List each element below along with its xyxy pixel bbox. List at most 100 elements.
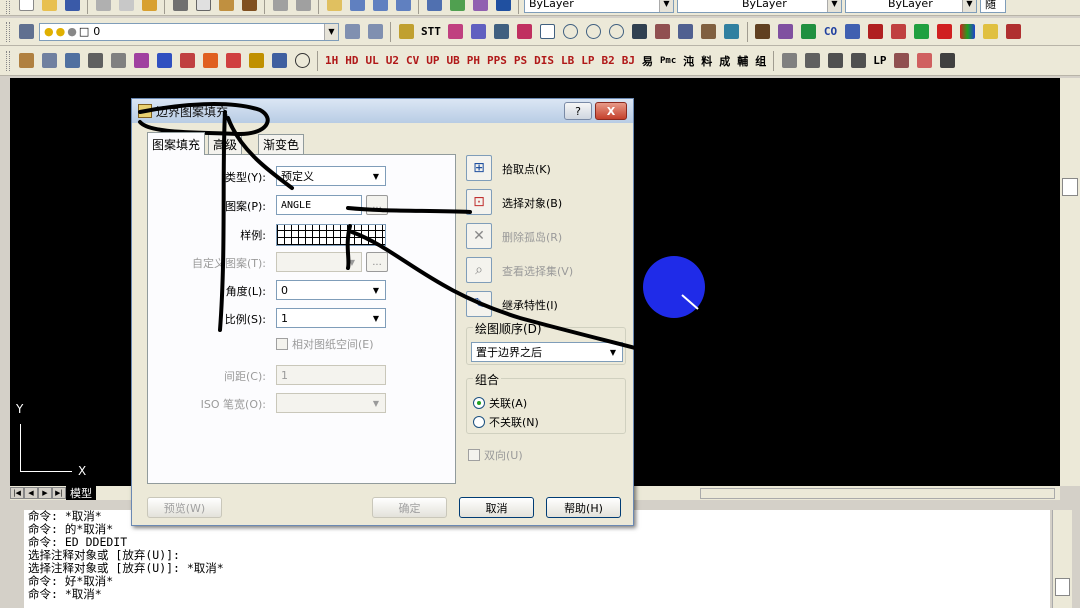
horizontal-scrollbar[interactable] <box>700 488 1055 499</box>
pattern-browse-button[interactable]: ... <box>366 195 388 215</box>
plot-preview-icon[interactable] <box>116 0 136 14</box>
tool-lp[interactable]: LP <box>579 54 596 67</box>
open-file-icon[interactable] <box>39 0 59 14</box>
design-center-icon[interactable] <box>447 0 467 14</box>
stamp-icon[interactable] <box>892 51 912 71</box>
image-tool-icon[interactable] <box>722 22 742 42</box>
table-grid-icon[interactable] <box>980 22 1000 42</box>
text-tool-icon[interactable] <box>446 22 466 42</box>
field-tool-icon[interactable] <box>699 22 719 42</box>
match-properties-icon[interactable] <box>239 0 259 14</box>
non-associative-radio[interactable] <box>473 416 485 428</box>
region-icon[interactable] <box>39 51 59 71</box>
tool-bj[interactable]: BJ <box>620 54 637 67</box>
attribute-tool-icon[interactable] <box>676 22 696 42</box>
flag-icon[interactable] <box>223 51 243 71</box>
hatch-pattern-icon[interactable] <box>16 51 36 71</box>
offset-icon[interactable] <box>85 51 105 71</box>
palette-tool-icon[interactable] <box>957 22 977 42</box>
scroll-thumb[interactable] <box>1055 578 1070 596</box>
line-tool-icon[interactable] <box>154 51 174 71</box>
car-icon[interactable] <box>938 51 958 71</box>
custom-browse-button[interactable]: ... <box>366 252 388 272</box>
paint-icon[interactable] <box>131 51 151 71</box>
command-scrollbar[interactable] <box>1052 510 1072 608</box>
tool-up[interactable]: UP <box>424 54 441 67</box>
tool-ub[interactable]: UB <box>445 54 462 67</box>
save-icon[interactable] <box>62 0 82 14</box>
color-combo[interactable]: ByLayer ▼ <box>524 0 674 13</box>
copy-tool-icon[interactable] <box>753 22 773 42</box>
help-icon[interactable] <box>493 0 513 14</box>
first-tab-icon[interactable]: |◀ <box>10 487 24 499</box>
dialog-titlebar[interactable]: 边界图案填充 ? X <box>132 99 633 123</box>
undo-icon[interactable] <box>270 0 290 14</box>
screen-icon[interactable] <box>269 51 289 71</box>
tool-dun[interactable]: 沌 <box>681 53 696 69</box>
bucket-icon[interactable] <box>200 51 220 71</box>
tab-advanced[interactable]: 高级 <box>208 134 243 154</box>
last-tab-icon[interactable]: ▶| <box>52 487 66 499</box>
eraser-tool-icon[interactable] <box>776 22 796 42</box>
tool-yi[interactable]: 易 <box>640 53 655 69</box>
red-block-icon[interactable] <box>934 22 954 42</box>
make-current-layer-icon[interactable] <box>342 22 362 42</box>
edit-icon[interactable] <box>177 51 197 71</box>
block-tool-icon[interactable] <box>842 22 862 42</box>
tool-cheng[interactable]: 成 <box>717 53 732 69</box>
cancel-button[interactable]: 取消 <box>459 497 534 518</box>
array-icon[interactable] <box>62 51 82 71</box>
angle-select[interactable]: 0 ▼ <box>276 280 386 300</box>
tool-u1[interactable]: UL <box>364 54 381 67</box>
tool-pps[interactable]: PPS <box>485 54 509 67</box>
copy-icon[interactable] <box>193 0 213 14</box>
pencil-icon[interactable] <box>246 51 266 71</box>
point-tool-icon[interactable] <box>607 22 627 42</box>
prev-tab-icon[interactable]: ◀ <box>24 487 38 499</box>
eraser-icon[interactable] <box>915 51 935 71</box>
properties-icon[interactable] <box>424 0 444 14</box>
tool-1h[interactable]: 1H <box>323 54 340 67</box>
pattern-select[interactable]: ANGLE <box>276 195 362 215</box>
toolbar-grip[interactable] <box>6 50 10 71</box>
lock-icon[interactable] <box>825 51 845 71</box>
paste-icon[interactable] <box>216 0 236 14</box>
tool-ps[interactable]: PS <box>512 54 529 67</box>
tool-lp-right[interactable]: LP <box>871 54 888 67</box>
tool-liao[interactable]: 料 <box>699 53 714 69</box>
toolbar-grip[interactable] <box>6 21 10 42</box>
new-file-icon[interactable] <box>16 0 36 14</box>
toolbar-grip[interactable] <box>6 0 10 14</box>
funnel-icon[interactable] <box>779 51 799 71</box>
pan-icon[interactable] <box>324 0 344 14</box>
plotstyle-combo[interactable]: 随 <box>980 0 1006 13</box>
paper-space-checkbox[interactable] <box>276 338 288 350</box>
help-button[interactable]: 帮助(H) <box>546 497 621 518</box>
view-selection-button[interactable]: ⌕ <box>466 257 492 283</box>
move-tool-icon[interactable] <box>799 22 819 42</box>
publish-icon[interactable] <box>139 0 159 14</box>
remove-islands-button[interactable]: ✕ <box>466 223 492 249</box>
obs-tool-icon[interactable] <box>888 22 908 42</box>
preview-button[interactable]: 预览(W) <box>147 497 222 518</box>
dim-tool-icon[interactable] <box>1003 22 1023 42</box>
tool-dis[interactable]: DIS <box>532 54 556 67</box>
print-icon[interactable] <box>93 0 113 14</box>
tool-b2[interactable]: B2 <box>600 54 617 67</box>
tool-fu[interactable]: 輔 <box>735 53 750 69</box>
tab-gradient[interactable]: 渐变色 <box>258 134 305 154</box>
chain-icon[interactable] <box>108 51 128 71</box>
draw-order-select[interactable]: 置于边界之后 ▼ <box>471 342 623 362</box>
blue-circle-entity[interactable] <box>643 256 705 318</box>
tool-hd[interactable]: HD <box>343 54 360 67</box>
linetype-combo[interactable]: ByLayer ▼ <box>677 0 842 13</box>
type-select[interactable]: 预定义 ▼ <box>276 166 386 186</box>
rect-tool-icon[interactable] <box>538 22 558 42</box>
close-button[interactable]: X <box>595 102 627 120</box>
stt-tool[interactable]: STT <box>419 25 443 38</box>
redo-icon[interactable] <box>293 0 313 14</box>
next-tab-icon[interactable]: ▶ <box>38 487 52 499</box>
zoom-previous-icon[interactable] <box>393 0 413 14</box>
circle-center-tool-icon[interactable] <box>584 22 604 42</box>
associative-radio[interactable] <box>473 397 485 409</box>
